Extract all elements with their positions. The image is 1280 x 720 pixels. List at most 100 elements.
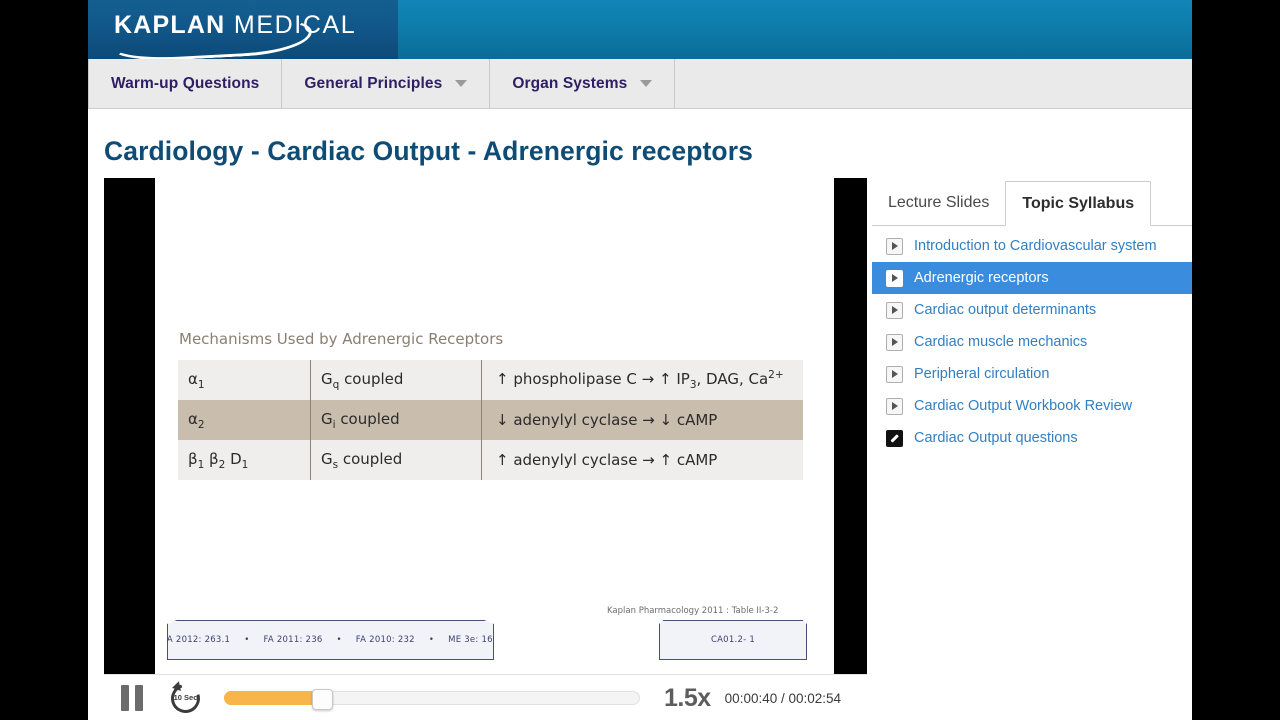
pencil-icon	[886, 429, 903, 447]
reference-separator: •	[336, 635, 342, 645]
syllabus-item-introduction-to-cardiovascular-system[interactable]: Introduction to Cardiovascular system	[872, 230, 1192, 262]
receptor-symbol: β	[188, 449, 198, 468]
g-suffix: coupled	[335, 409, 400, 428]
syllabus-item-label: Cardiac muscle mechanics	[914, 334, 1088, 350]
receptor-symbol-3: D	[230, 449, 242, 468]
tab-label: Lecture Slides	[888, 193, 990, 211]
receptor-symbol: α	[188, 369, 198, 388]
kaplan-medical-logo[interactable]: KAPLAN MEDICAL	[102, 6, 392, 59]
effect-superscript: 2+	[768, 369, 784, 381]
logo-text: KAPLAN MEDICAL	[114, 11, 356, 40]
syllabus-item-label: Peripheral circulation	[914, 366, 1050, 382]
syllabus-item-cardiac-output-workbook-review[interactable]: Cardiac Output Workbook Review	[872, 390, 1192, 422]
receptor-subscript: 1	[197, 378, 205, 391]
logo-medical-text: MEDICAL	[233, 11, 357, 39]
nav-label: Organ Systems	[512, 74, 628, 92]
slide-credit: Kaplan Pharmacology 2011 : Table II-3-2	[607, 606, 779, 616]
g-symbol: G	[321, 409, 333, 428]
reference-item: FA 2012: 263.1	[162, 635, 231, 645]
app-frame: KAPLAN MEDICAL Warm-up Questions General…	[88, 0, 1192, 720]
video-stage[interactable]: Mechanisms Used by Adrenergic Receptors …	[104, 178, 867, 675]
play-icon	[886, 365, 903, 383]
receptor-subscript-2: 2	[218, 458, 226, 471]
tab-label: Topic Syllabus	[1022, 194, 1135, 212]
adrenergic-mechanisms-table: α1 Gq coupled ↑ phospholipase C → ↑ IP3,…	[178, 360, 803, 480]
site-header: KAPLAN MEDICAL	[88, 0, 1192, 59]
main-navigation: Warm-up Questions General Principles Org…	[88, 59, 1192, 109]
g-suffix: coupled	[338, 449, 403, 468]
pause-icon[interactable]	[121, 685, 147, 711]
gprotein-cell: Gs coupled	[310, 440, 482, 480]
letterbox-left	[104, 178, 155, 674]
syllabus-list: Introduction to Cardiovascular system Ad…	[872, 226, 1192, 454]
play-icon	[886, 237, 903, 255]
play-icon	[886, 333, 903, 351]
syllabus-item-label: Introduction to Cardiovascular system	[914, 238, 1157, 254]
play-icon	[886, 269, 903, 287]
screen: KAPLAN MEDICAL Warm-up Questions General…	[0, 0, 1280, 720]
effect-cell: ↑ phospholipase C → ↑ IP3, DAG, Ca2+	[482, 360, 804, 400]
nav-item-warm-up-questions[interactable]: Warm-up Questions	[88, 59, 283, 108]
syllabus-item-label: Cardiac Output Workbook Review	[914, 398, 1133, 414]
panel-tabs: Lecture Slides Topic Syllabus	[872, 178, 1192, 226]
syllabus-item-label: Cardiac output determinants	[914, 302, 1097, 318]
seek-bar[interactable]	[224, 689, 640, 710]
nav-item-organ-systems[interactable]: Organ Systems	[490, 59, 676, 108]
reference-separator: •	[428, 635, 435, 645]
effect-subscript: 3	[689, 379, 697, 391]
table-row: α1 Gq coupled ↑ phospholipase C → ↑ IP3,…	[178, 360, 803, 400]
reference-box-left: FA 2012: 263.1 • FA 2011: 236 • FA 2010:…	[167, 620, 494, 660]
play-icon	[886, 301, 903, 319]
effect-tail: , DAG, Ca	[696, 370, 769, 388]
receptor-cell: α2	[178, 400, 311, 440]
gprotein-cell: Gq coupled	[310, 360, 482, 400]
g-symbol: G	[321, 449, 333, 468]
slide-title: Mechanisms Used by Adrenergic Receptors	[179, 330, 504, 348]
seek-handle[interactable]	[311, 689, 333, 710]
syllabus-item-peripheral-circulation[interactable]: Peripheral circulation	[872, 358, 1192, 390]
video-player: Mechanisms Used by Adrenergic Receptors …	[104, 178, 867, 720]
syllabus-item-cardiac-output-determinants[interactable]: Cardiac output determinants	[872, 294, 1192, 326]
table-row: α2 Gi coupled ↓ adenylyl cyclase → ↓ cAM…	[178, 400, 803, 440]
reference-separator: •	[244, 635, 250, 645]
effect-text: ↑ phospholipase C → ↑ IP	[496, 370, 690, 388]
rewind-arrow	[171, 680, 181, 693]
content-area: Mechanisms Used by Adrenergic Receptors …	[88, 178, 1192, 720]
receptor-cell: α1	[178, 360, 311, 400]
player-controls: 10 Sec 1.5x 00:00:40 / 00:02:54	[104, 675, 867, 720]
chevron-down-icon	[455, 80, 468, 87]
chevron-down-icon	[640, 80, 653, 87]
lecture-slide: Mechanisms Used by Adrenergic Receptors …	[155, 178, 834, 674]
tab-topic-syllabus[interactable]: Topic Syllabus	[1005, 181, 1152, 226]
g-suffix: coupled	[339, 369, 404, 388]
letterbox-right	[834, 178, 867, 674]
syllabus-item-cardiac-muscle-mechanics[interactable]: Cardiac muscle mechanics	[872, 326, 1192, 358]
logo-panel: KAPLAN MEDICAL	[88, 0, 398, 59]
effect-cell: ↑ adenylyl cyclase → ↑ cAMP	[496, 451, 718, 469]
effect-cell: ↓ adenylyl cyclase → ↓ cAMP	[496, 411, 718, 429]
syllabus-item-label: Adrenergic receptors	[914, 270, 1049, 286]
rewind-label: 10 Sec	[173, 692, 198, 702]
reference-item: ME 3e: 169	[448, 635, 499, 645]
receptor-symbol: α	[188, 409, 198, 428]
receptor-subscript: 2	[197, 418, 205, 431]
nav-label: General Principles	[304, 74, 443, 92]
receptor-subscript-3: 1	[241, 458, 249, 471]
side-panel: Lecture Slides Topic Syllabus Introducti…	[872, 178, 1192, 720]
reference-item: FA 2010: 232	[355, 635, 415, 645]
receptor-cell: β1 β2 D1	[178, 440, 311, 480]
reference-box-right: CA01.2- 1	[659, 620, 807, 660]
receptor-symbol-2: β	[209, 449, 219, 468]
tab-lecture-slides[interactable]: Lecture Slides	[872, 180, 1005, 225]
nav-item-general-principles[interactable]: General Principles	[282, 59, 491, 108]
rewind-10-seconds-icon[interactable]: 10 Sec	[165, 678, 206, 718]
syllabus-item-adrenergic-receptors[interactable]: Adrenergic receptors	[872, 262, 1192, 294]
playback-speed-button[interactable]: 1.5x	[664, 684, 711, 713]
syllabus-item-cardiac-output-questions[interactable]: Cardiac Output questions	[872, 422, 1192, 454]
page-title: Cardiology - Cardiac Output - Adrenergic…	[104, 136, 753, 166]
timecode-display: 00:00:40 / 00:02:54	[724, 690, 842, 706]
nav-label: Warm-up Questions	[111, 74, 260, 92]
reference-item: FA 2011: 236	[263, 635, 323, 645]
gprotein-cell: Gi coupled	[310, 400, 482, 440]
syllabus-item-label: Cardiac Output questions	[914, 430, 1078, 446]
